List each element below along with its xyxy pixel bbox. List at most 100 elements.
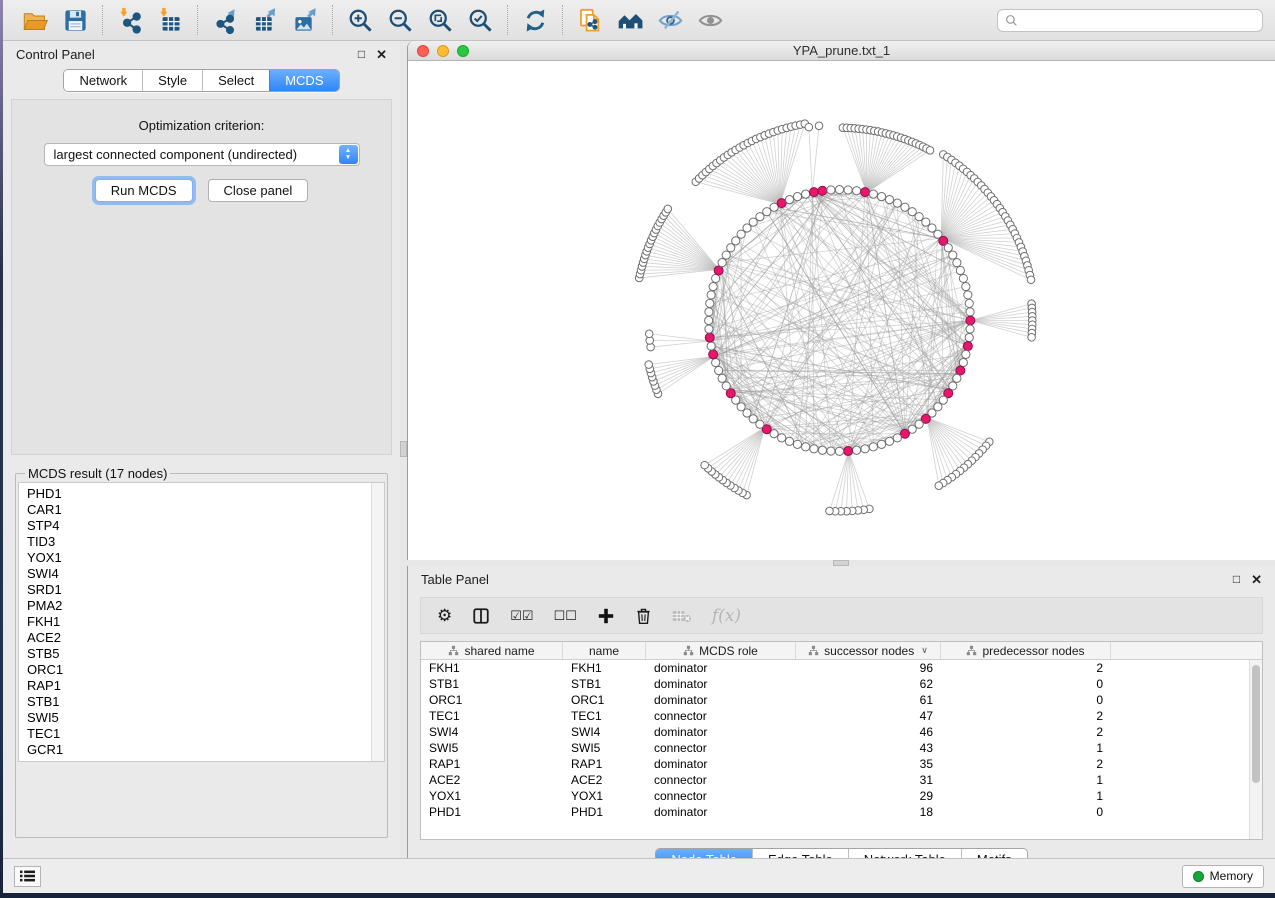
refresh-view-button[interactable] bbox=[515, 4, 555, 36]
task-history-button[interactable] bbox=[14, 866, 41, 887]
criterion-select[interactable]: largest connected component (undirected)… bbox=[44, 143, 360, 166]
import-table-button[interactable] bbox=[150, 4, 190, 36]
select-all-checkboxes-icon[interactable]: ☑☑ bbox=[510, 608, 533, 624]
zoom-in-button[interactable] bbox=[340, 4, 380, 36]
cell-name: STB1 bbox=[563, 677, 646, 691]
hide-selected-button[interactable] bbox=[650, 4, 690, 36]
open-file-button[interactable] bbox=[15, 4, 55, 36]
vertical-splitter[interactable] bbox=[400, 41, 407, 858]
table-row[interactable]: RAP1RAP1dominator352 bbox=[421, 756, 1262, 772]
float-panel-icon[interactable]: □ bbox=[1233, 573, 1240, 585]
first-neighbors-button[interactable] bbox=[610, 4, 650, 36]
mcds-result-item[interactable]: ACE2 bbox=[27, 630, 376, 646]
mcds-result-item[interactable]: TEC1 bbox=[27, 726, 376, 742]
column-header-predecessor-nodes[interactable]: predecessor nodes bbox=[941, 642, 1111, 659]
table-header-row: shared namenameMCDS rolesuccessor nodes∨… bbox=[421, 642, 1262, 660]
maximize-window-icon[interactable] bbox=[457, 45, 469, 57]
cell-MCDS-role: connector bbox=[646, 741, 796, 755]
optimization-criterion-label: Optimization criterion: bbox=[139, 118, 265, 133]
export-network-icon bbox=[212, 7, 239, 34]
table-row[interactable]: TEC1TEC1connector472 bbox=[421, 708, 1262, 724]
export-network-button[interactable] bbox=[205, 4, 245, 36]
status-bar: Memory bbox=[3, 858, 1275, 893]
memory-label: Memory bbox=[1210, 869, 1253, 883]
float-panel-icon[interactable]: □ bbox=[358, 48, 365, 60]
table-row[interactable]: YOX1YOX1connector291 bbox=[421, 788, 1262, 804]
network-window-titlebar[interactable]: YPA_prune.txt_1 bbox=[408, 41, 1275, 61]
zoom-selected-button[interactable] bbox=[460, 4, 500, 36]
table-row[interactable]: STB1STB1dominator620 bbox=[421, 676, 1262, 692]
table-row[interactable]: SWI4SWI4dominator462 bbox=[421, 724, 1262, 740]
table-scrollbar[interactable] bbox=[1249, 660, 1262, 839]
column-header-name[interactable]: name bbox=[563, 642, 646, 659]
splitter-grip[interactable] bbox=[400, 441, 407, 457]
main-toolbar bbox=[3, 0, 1275, 41]
cell-successor-nodes: 35 bbox=[796, 757, 941, 771]
memory-button[interactable]: Memory bbox=[1182, 865, 1264, 888]
cell-successor-nodes: 18 bbox=[796, 805, 941, 819]
export-image-icon bbox=[292, 7, 319, 34]
network-canvas[interactable] bbox=[408, 61, 1275, 560]
save-session-button[interactable] bbox=[55, 4, 95, 36]
export-table-button[interactable] bbox=[245, 4, 285, 36]
tab-style[interactable]: Style bbox=[142, 70, 202, 91]
mcds-result-item[interactable]: SWI4 bbox=[27, 566, 376, 582]
zoom-out-button[interactable] bbox=[380, 4, 420, 36]
cell-name: YOX1 bbox=[563, 789, 646, 803]
table-row[interactable]: FKH1FKH1dominator962 bbox=[421, 660, 1262, 676]
cell-MCDS-role: dominator bbox=[646, 693, 796, 707]
table-row[interactable]: ORC1ORC1dominator610 bbox=[421, 692, 1262, 708]
show-all-button[interactable] bbox=[690, 4, 730, 36]
column-view-icon[interactable] bbox=[472, 607, 490, 625]
zoom-fit-content-button[interactable] bbox=[420, 4, 460, 36]
table-row[interactable]: PHD1PHD1dominator180 bbox=[421, 804, 1262, 820]
tab-mcds[interactable]: MCDS bbox=[269, 70, 338, 91]
run-mcds-button[interactable]: Run MCDS bbox=[95, 179, 193, 202]
mcds-result-item[interactable]: GCR1 bbox=[27, 742, 376, 758]
cell-name: ORC1 bbox=[563, 693, 646, 707]
eye-icon bbox=[697, 7, 724, 34]
delete-columns-icon[interactable] bbox=[635, 607, 652, 625]
mcds-result-item[interactable]: TID3 bbox=[27, 534, 376, 550]
mcds-result-item[interactable]: YOX1 bbox=[27, 550, 376, 566]
mcds-result-list[interactable]: PHD1CAR1STP4TID3YOX1SWI4SRD1PMA2FKH1ACE2… bbox=[18, 482, 385, 762]
mcds-result-item[interactable]: STP4 bbox=[27, 518, 376, 534]
mcds-result-item[interactable]: CAR1 bbox=[27, 502, 376, 518]
close-panel-icon[interactable]: ✕ bbox=[376, 48, 387, 61]
mcds-result-item[interactable]: STB5 bbox=[27, 646, 376, 662]
scrollbar-thumb[interactable] bbox=[1252, 665, 1260, 783]
mcds-result-item[interactable]: ORC1 bbox=[27, 662, 376, 678]
table-body: FKH1FKH1dominator962STB1STB1dominator620… bbox=[421, 660, 1262, 820]
criterion-selected-value: largest connected component (undirected) bbox=[54, 147, 298, 162]
column-header-MCDS-role[interactable]: MCDS role bbox=[646, 642, 796, 659]
close-window-icon[interactable] bbox=[417, 45, 429, 57]
import-network-button[interactable] bbox=[110, 4, 150, 36]
tab-network[interactable]: Network bbox=[64, 70, 142, 91]
sort-descending-icon[interactable]: ∨ bbox=[921, 645, 928, 656]
deselect-all-checkboxes-icon[interactable]: ☐☐ bbox=[554, 608, 577, 624]
close-panel-button[interactable]: Close panel bbox=[208, 179, 309, 202]
mcds-result-item[interactable]: FKH1 bbox=[27, 614, 376, 630]
search-input[interactable] bbox=[1023, 13, 1255, 27]
clone-network-button[interactable] bbox=[570, 4, 610, 36]
mcds-list-scrollbar[interactable] bbox=[371, 483, 384, 761]
cell-name: SWI5 bbox=[563, 741, 646, 755]
mcds-result-item[interactable]: STB1 bbox=[27, 694, 376, 710]
mcds-result-item[interactable]: PMA2 bbox=[27, 598, 376, 614]
tab-select[interactable]: Select bbox=[202, 70, 269, 91]
mcds-result-item[interactable]: PHD1 bbox=[27, 486, 376, 502]
cell-shared-name: FKH1 bbox=[421, 661, 563, 675]
settings-gear-icon[interactable]: ⚙ bbox=[437, 607, 452, 624]
table-row[interactable]: ACE2ACE2connector311 bbox=[421, 772, 1262, 788]
table-row[interactable]: SWI5SWI5connector431 bbox=[421, 740, 1262, 756]
mcds-result-item[interactable]: RAP1 bbox=[27, 678, 376, 694]
close-panel-icon[interactable]: ✕ bbox=[1251, 573, 1262, 586]
mcds-result-item[interactable]: SRD1 bbox=[27, 582, 376, 598]
minimize-window-icon[interactable] bbox=[437, 45, 449, 57]
mcds-tab-content: Optimization criterion: largest connecte… bbox=[11, 99, 392, 455]
add-column-icon[interactable] bbox=[597, 607, 615, 625]
column-header-successor-nodes[interactable]: successor nodes∨ bbox=[796, 642, 941, 659]
export-image-button[interactable] bbox=[285, 4, 325, 36]
column-header-shared-name[interactable]: shared name bbox=[421, 642, 563, 659]
mcds-result-item[interactable]: SWI5 bbox=[27, 710, 376, 726]
